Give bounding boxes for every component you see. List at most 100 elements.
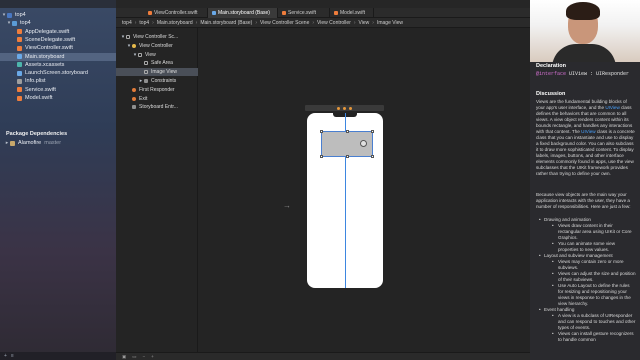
outline-item-label: View Controller — [139, 42, 173, 49]
document-outline: ▾ View Controller Sc... ▾ View Controller ▾ V… — [116, 28, 198, 352]
proj-file-icon — [7, 12, 12, 18]
navigator-item-label: Main.storyboard — [25, 53, 65, 60]
navigator-item[interactable]: ▾ top4 — [0, 11, 116, 19]
navigator-item[interactable]: Assets.xcassets — [0, 61, 116, 69]
breadcrumb-separator-icon: › — [372, 19, 374, 26]
breadcrumb-item[interactable]: Image View — [377, 20, 403, 26]
breadcrumb-item[interactable]: top4 — [122, 20, 132, 26]
discussion-paragraph-2: Because view objects are the main way yo… — [536, 192, 631, 209]
zoom-in-icon[interactable]: + — [151, 354, 154, 359]
outline-item-label: Exit — [139, 95, 148, 102]
navigator-item-label: Assets.xcassets — [25, 61, 65, 68]
navigator-item[interactable]: Info.plist — [0, 77, 116, 85]
breadcrumb-item[interactable]: top4 — [139, 20, 149, 26]
breadcrumb-item[interactable]: View Controller Scene — [260, 20, 309, 26]
outline-item[interactable]: ▾ View Controller Sc... — [116, 33, 198, 41]
package-branch: master — [44, 140, 62, 146]
navigator-item[interactable]: Service.swift — [0, 86, 116, 94]
resize-handle[interactable] — [320, 130, 323, 133]
breadcrumb-item[interactable]: Main.storyboard — [157, 20, 193, 26]
plist-file-icon — [17, 78, 22, 84]
breadcrumb-item[interactable]: Main.storyboard (Base) — [200, 20, 252, 26]
device-config-icon[interactable]: ▭ — [132, 354, 136, 360]
navigator-item[interactable]: Model.swift — [0, 94, 116, 102]
outline-item[interactable]: ▾ View — [116, 51, 198, 59]
outline-item-label: View — [145, 51, 156, 58]
sb-file-icon — [17, 70, 22, 76]
bullet-item: A view is a subclass of UIResponder and … — [536, 313, 636, 331]
outline-item[interactable]: Image View — [116, 68, 198, 77]
storyboard-canvas[interactable]: → — [198, 28, 530, 352]
sb-file-icon — [17, 54, 22, 59]
outline-item[interactable]: Exit — [116, 95, 198, 103]
doc-link[interactable]: UIView — [581, 129, 595, 134]
doc-link[interactable]: UIView — [605, 105, 619, 110]
swift-file-icon — [17, 87, 22, 93]
navigator-item[interactable]: Main.storyboard — [0, 52, 116, 61]
declaration-signature: UIView : UIResponder — [566, 71, 630, 77]
declaration-keyword: @interface — [536, 71, 567, 77]
breadcrumb-separator-icon: › — [195, 19, 198, 26]
navigator-item[interactable]: LaunchScreen.storyboard — [0, 69, 116, 77]
person-hair — [566, 2, 600, 20]
image-view[interactable] — [320, 130, 374, 158]
outline-item[interactable]: ▾ View Controller — [116, 42, 198, 50]
tab-1[interactable]: Main.storyboard (Base) — [208, 8, 278, 18]
breadcrumb-item[interactable]: View — [359, 20, 370, 26]
filter-icon[interactable]: ≡ — [11, 353, 14, 359]
navigator-item-label: top4 — [20, 20, 31, 27]
scene-dock[interactable] — [305, 105, 384, 111]
entry-point-arrow-icon[interactable]: → — [283, 201, 291, 210]
view-controller-scene[interactable] — [307, 113, 383, 288]
jump-bar[interactable]: top4 › top4 › Main.storyboard › Main.storyboar… — [116, 18, 530, 28]
doc-text: class is a concrete class that you can i… — [536, 129, 635, 176]
first-responder-icon[interactable] — [343, 106, 346, 110]
package-alamofire[interactable]: ▸ Alamofire master — [0, 139, 116, 147]
toggle-outline-icon[interactable]: ▣ — [122, 354, 126, 360]
exit-icon[interactable] — [349, 106, 352, 110]
resize-handle[interactable] — [346, 155, 349, 158]
resize-handle[interactable] — [371, 130, 374, 133]
resize-handle[interactable] — [371, 155, 374, 158]
breadcrumb-separator-icon: › — [353, 19, 356, 26]
file-icon — [148, 11, 152, 15]
resize-handle[interactable] — [346, 130, 349, 133]
tab-0[interactable]: ViewController.swift — [144, 8, 208, 18]
navigator-item[interactable]: AppDelegate.swift — [0, 28, 116, 36]
tab-2[interactable]: Service.swift — [278, 8, 330, 18]
add-icon[interactable]: + — [4, 353, 7, 359]
outline-item-label: Constraints — [151, 78, 177, 84]
navigator-filter-bar[interactable]: + ≡ — [0, 352, 116, 360]
tab-label: Model.swift — [340, 10, 366, 16]
resize-handle[interactable] — [320, 155, 323, 158]
navigator-item[interactable]: ViewController.swift — [0, 44, 116, 52]
outline-object-icon — [144, 70, 148, 75]
discussion-header: Discussion — [536, 91, 566, 97]
outline-object-icon — [138, 52, 142, 57]
swift-file-icon — [17, 95, 22, 101]
outline-item[interactable]: First Responder — [116, 86, 198, 94]
canvas-bottom-bar[interactable]: ▣ ▭ − + — [116, 352, 530, 360]
package-icon — [10, 140, 15, 146]
outline-item[interactable]: Safe Area — [116, 59, 198, 67]
outline-item-label: Image View — [151, 69, 178, 76]
bullet-item: You can animate some view properties to … — [536, 241, 636, 253]
navigator-item-label: Info.plist — [25, 78, 46, 85]
outline-object-icon — [126, 35, 130, 39]
breadcrumb-item[interactable]: View Controller — [317, 20, 351, 26]
navigator-item-label: Model.swift — [25, 95, 53, 101]
outline-object-icon — [144, 79, 148, 83]
view-controller-icon[interactable] — [337, 106, 340, 110]
zoom-out-icon[interactable]: − — [143, 354, 146, 359]
navigator-item[interactable]: ▾ top4 — [0, 19, 116, 27]
outline-item[interactable]: Storyboard Entr... — [116, 103, 198, 111]
breadcrumb-separator-icon: › — [152, 19, 154, 26]
outline-object-icon — [132, 87, 136, 92]
tab-3[interactable]: Model.swift — [330, 8, 374, 18]
outline-object-icon — [132, 96, 136, 101]
navigator-item-label: AppDelegate.swift — [25, 28, 70, 35]
navigator-item[interactable]: SceneDelegate.swift — [0, 36, 116, 44]
person-body — [552, 44, 616, 62]
discussion-paragraph-1: Views are the fundamental building block… — [536, 99, 636, 177]
outline-item[interactable]: ▸ Constraints — [116, 77, 198, 85]
